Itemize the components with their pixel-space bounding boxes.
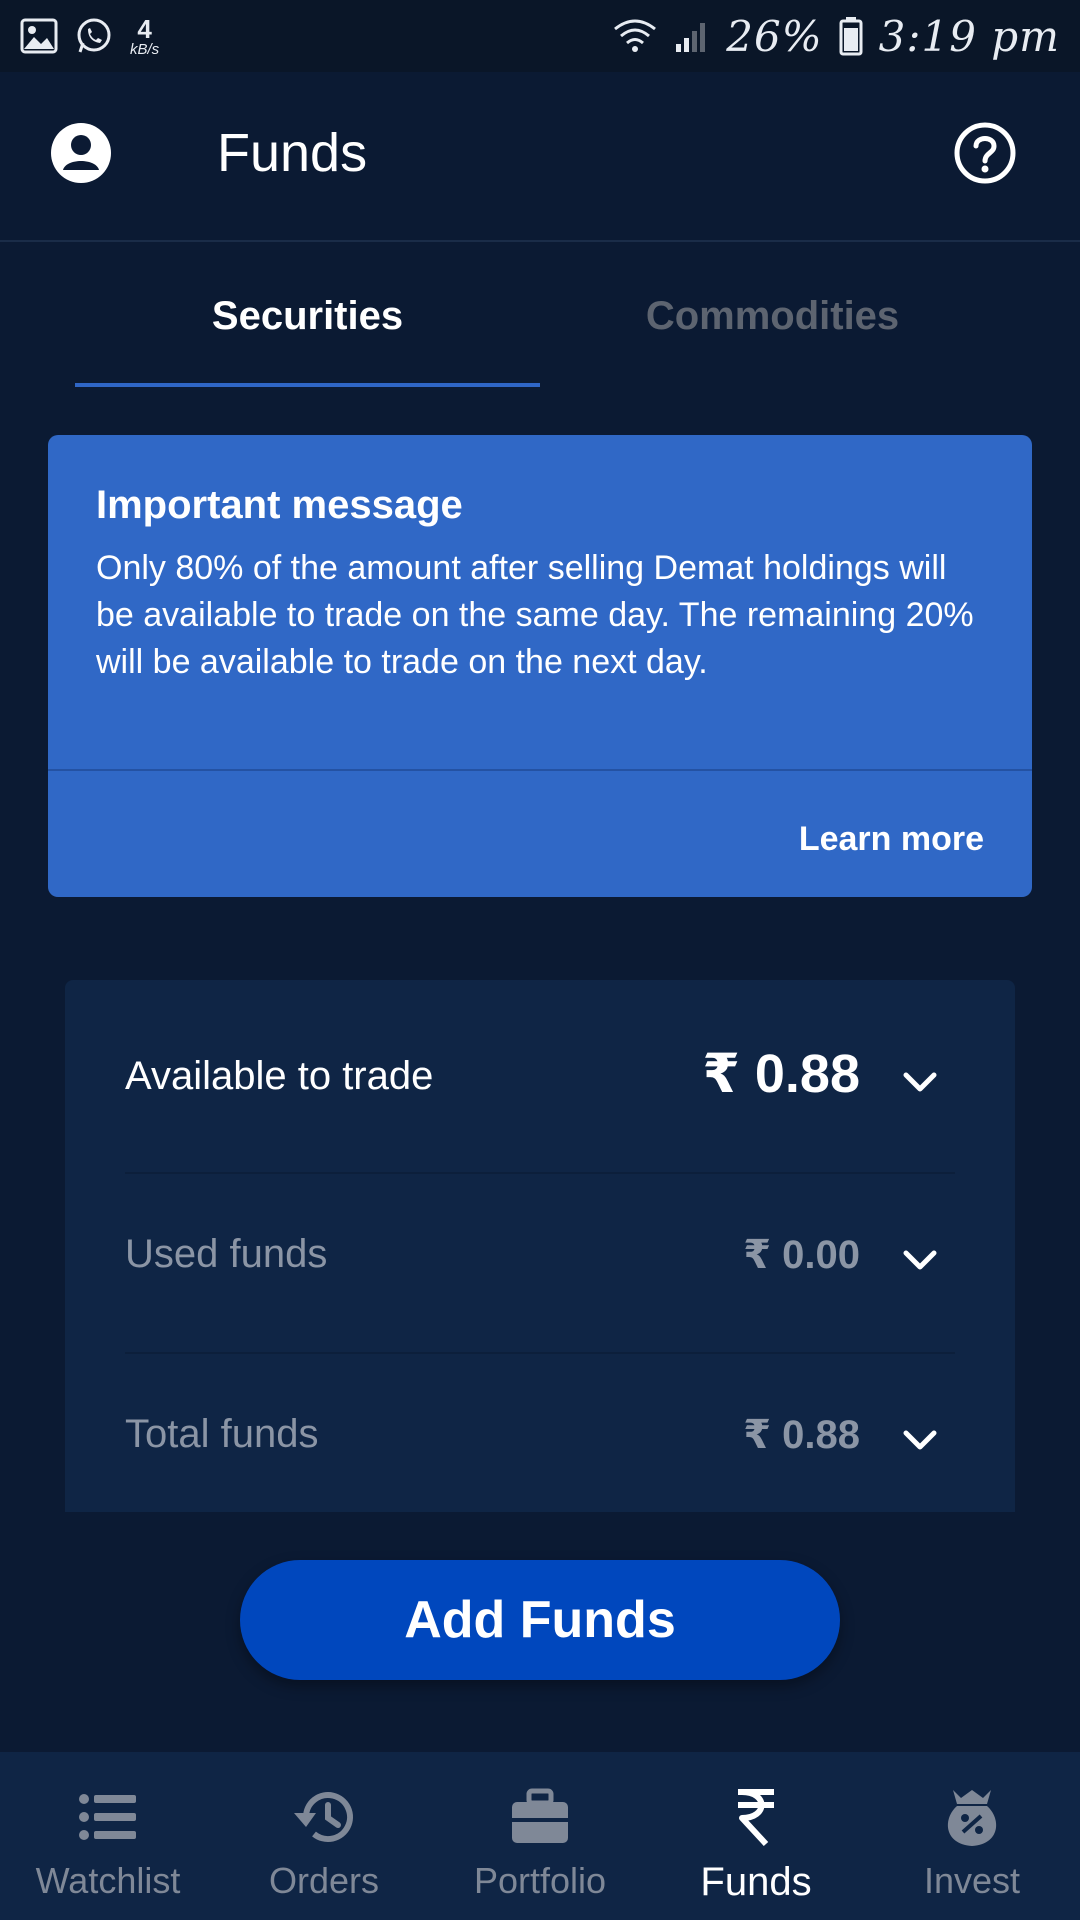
status-bar-right: 26% 3:19 pm	[612, 12, 1060, 61]
message-title: Important message	[96, 483, 463, 527]
message-divider	[48, 769, 1032, 771]
available-to-trade-row[interactable]: Available to trade ₹ 0.88	[125, 1042, 955, 1122]
cellular-signal-icon	[674, 18, 710, 54]
clock: 3:19 pm	[878, 11, 1060, 61]
chevron-down-icon[interactable]	[900, 1420, 940, 1460]
chevron-down-icon[interactable]	[900, 1062, 940, 1102]
row-divider	[125, 1352, 955, 1354]
total-funds-label: Total funds	[125, 1412, 319, 1456]
tab-commodities[interactable]: Commodities	[540, 244, 1005, 388]
nav-item-orders[interactable]: Orders	[216, 1752, 432, 1920]
nav-item-funds[interactable]: Funds	[648, 1752, 864, 1920]
status-bar-left: 4 kB/s	[20, 16, 159, 57]
total-funds-row[interactable]: Total funds ₹ 0.88	[125, 1400, 955, 1480]
nav-item-portfolio[interactable]: Portfolio	[432, 1752, 648, 1920]
funds-summary-panel: Available to trade ₹ 0.88 Used funds ₹ 0…	[65, 980, 1015, 1512]
tab-securities[interactable]: Securities	[75, 244, 540, 388]
nav-label-invest: Invest	[923, 1860, 1021, 1901]
learn-more-link[interactable]: Learn more	[799, 820, 984, 859]
status-bar: 4 kB/s 26% 3:19 pm	[0, 0, 1080, 72]
nav-label-funds: Funds	[700, 1860, 812, 1904]
profile-avatar-icon[interactable]	[50, 122, 112, 184]
wifi-icon	[612, 17, 658, 55]
active-tab-indicator	[75, 383, 540, 387]
nav-item-invest[interactable]: Invest	[864, 1752, 1080, 1920]
available-to-trade-label: Available to trade	[125, 1054, 434, 1098]
total-funds-value: ₹ 0.88	[743, 1413, 860, 1457]
battery-percent: 26%	[726, 11, 823, 61]
available-to-trade-value: ₹ 0.88	[702, 1044, 860, 1104]
briefcase-icon	[505, 1782, 575, 1852]
row-divider	[125, 1172, 955, 1174]
list-icon	[73, 1782, 143, 1852]
network-speed-value: 4	[137, 13, 152, 44]
important-message-card: Important message Only 80% of the amount…	[48, 435, 1032, 897]
funds-screen: 4 kB/s 26% 3:19 pm Funds Securities Comm…	[0, 0, 1080, 1920]
battery-icon	[839, 16, 863, 56]
money-bag-icon	[937, 1782, 1007, 1852]
message-body: Only 80% of the amount after selling Dem…	[96, 549, 974, 681]
used-funds-value: ₹ 0.00	[743, 1233, 860, 1277]
app-header: Funds	[0, 72, 1080, 242]
help-icon[interactable]	[954, 122, 1016, 184]
chevron-down-icon[interactable]	[900, 1240, 940, 1280]
bottom-navigation: Watchlist Orders Portfolio Funds Invest	[0, 1752, 1080, 1920]
nav-item-watchlist[interactable]: Watchlist	[0, 1752, 216, 1920]
gallery-icon	[20, 18, 58, 54]
nav-label-watchlist: Watchlist	[35, 1860, 181, 1901]
used-funds-label: Used funds	[125, 1232, 328, 1276]
history-icon	[289, 1782, 359, 1852]
nav-label-orders: Orders	[268, 1860, 380, 1901]
used-funds-row[interactable]: Used funds ₹ 0.00	[125, 1220, 955, 1300]
network-speed: 4 kB/s	[130, 16, 159, 57]
rupee-icon	[721, 1782, 791, 1852]
network-speed-unit: kB/s	[130, 40, 160, 58]
whatsapp-icon	[74, 16, 114, 56]
page-title: Funds	[217, 123, 368, 183]
funds-tabs: Securities Commodities	[0, 244, 1080, 388]
nav-label-portfolio: Portfolio	[473, 1860, 607, 1901]
add-funds-button[interactable]: Add Funds	[240, 1560, 840, 1680]
